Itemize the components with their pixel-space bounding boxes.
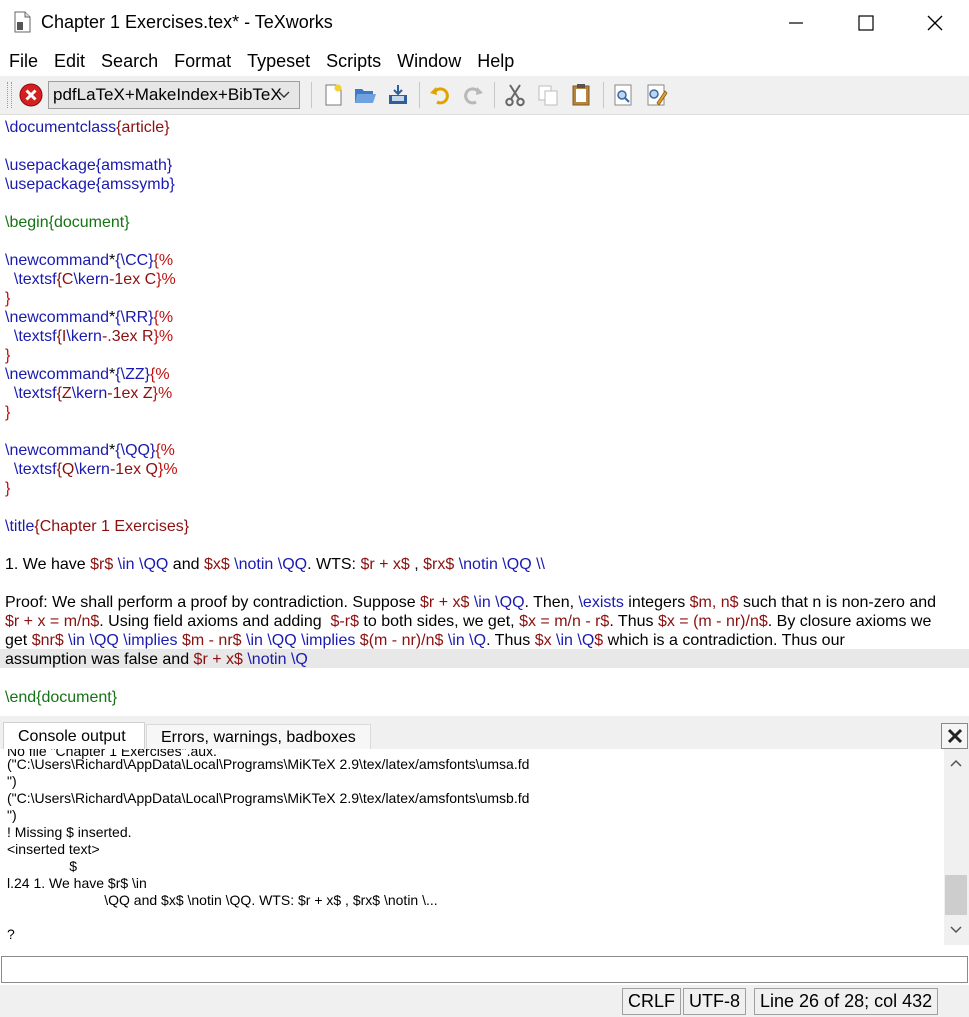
- console-line: "): [7, 807, 17, 823]
- redo-icon: [464, 87, 483, 105]
- code-line: \textsf{Q\kern-1ex Q}%: [5, 461, 178, 478]
- typeset-stop-button[interactable]: [16, 80, 46, 110]
- code-line: \title{Chapter 1 Exercises}: [5, 518, 190, 535]
- console-output[interactable]: No file "Chapter 1 Exercises".aux. ("C:\…: [0, 749, 944, 945]
- console-line: ("C:\Users\Richard\AppData\Local\Program…: [7, 756, 530, 772]
- cut-icon: [505, 84, 525, 107]
- typeset-engine-select[interactable]: pdfLaTeX+MakeIndex+BibTeX: [48, 81, 300, 109]
- line-ending-indicator[interactable]: CRLF: [622, 988, 682, 1015]
- title-bar: Chapter 1 Exercises.tex* - TeXworks: [0, 0, 969, 46]
- code-line: \usepackage{amssymb}: [5, 176, 175, 193]
- source-editor[interactable]: \documentclass{article} \usepackage{amsm…: [0, 115, 969, 715]
- typeset-engine-value: pdfLaTeX+MakeIndex+BibTeX: [53, 85, 282, 104]
- document-icon: [14, 11, 31, 33]
- code-line: Proof: We shall perform a proof by contr…: [5, 594, 937, 611]
- replace-button[interactable]: [641, 80, 671, 110]
- code-line: 1. We have $r$ \in \QQ and $x$ \notin \Q…: [5, 556, 545, 573]
- minimize-button[interactable]: [761, 0, 831, 46]
- code-line: }: [5, 290, 11, 307]
- copy-button[interactable]: [533, 80, 563, 110]
- encoding-indicator[interactable]: UTF-8: [683, 988, 746, 1015]
- console-line: ?: [7, 926, 15, 942]
- close-icon: [927, 15, 943, 31]
- window-title: Chapter 1 Exercises.tex* - TeXworks: [41, 12, 333, 32]
- console-line: "): [7, 773, 17, 789]
- scroll-down-icon[interactable]: [950, 926, 962, 934]
- paste-button[interactable]: [566, 80, 596, 110]
- save-icon: [389, 85, 407, 104]
- maximize-button[interactable]: [831, 0, 901, 46]
- stop-icon: [19, 83, 43, 107]
- console-line: <inserted text>: [7, 841, 100, 857]
- code-line: \newcommand*{\RR}{%: [5, 309, 174, 326]
- scroll-up-icon[interactable]: [950, 759, 962, 767]
- menu-window[interactable]: Window: [389, 48, 469, 75]
- new-file-icon: [325, 84, 342, 106]
- menu-format[interactable]: Format: [166, 48, 239, 75]
- code-line: \end{document}: [5, 689, 118, 706]
- close-icon: [947, 728, 962, 744]
- copy-icon: [538, 85, 558, 106]
- open-folder-icon: [355, 89, 376, 103]
- toolbar-separator: [494, 82, 495, 108]
- redo-button[interactable]: [458, 80, 488, 110]
- cursor-position: Line 26 of 28; col 432: [754, 988, 939, 1015]
- replace-icon: [647, 84, 668, 106]
- code-line: get $nr$ \in \QQ \implies $m - nr$ \in \…: [5, 632, 845, 649]
- tab-console-output[interactable]: Console output: [3, 722, 145, 750]
- maximize-icon: [858, 15, 874, 31]
- code-line: assumption was false and $r + x$ \notin …: [5, 651, 308, 668]
- code-line: \begin{document}: [5, 214, 130, 231]
- code-line: }: [5, 480, 11, 497]
- menu-bar: File Edit Search Format Typeset Scripts …: [0, 48, 969, 75]
- console-scrollbar[interactable]: [944, 749, 969, 945]
- code-line: \textsf{C\kern-1ex C}%: [5, 271, 176, 288]
- code-line: \newcommand*{\CC}{%: [5, 252, 174, 269]
- code-line: \usepackage{amsmath}: [5, 157, 173, 174]
- code-line: \textsf{Z\kern-1ex Z}%: [5, 385, 173, 402]
- code-line: \documentclass{article}: [5, 119, 170, 136]
- paste-icon: [572, 84, 590, 106]
- find-button[interactable]: [608, 80, 638, 110]
- menu-scripts[interactable]: Scripts: [318, 48, 389, 75]
- scrollbar-thumb[interactable]: [945, 875, 967, 915]
- open-button[interactable]: [350, 80, 380, 110]
- toolbar-separator: [603, 82, 604, 108]
- menu-edit[interactable]: Edit: [46, 48, 93, 75]
- console-line: ! Missing $ inserted.: [7, 824, 132, 840]
- find-icon: [614, 84, 632, 106]
- minimize-icon: [789, 22, 803, 24]
- console-line: \QQ and $x$ \notin \QQ. WTS: $r + x$ , $…: [7, 892, 438, 908]
- menu-typeset[interactable]: Typeset: [239, 48, 318, 75]
- console-tab-bar: Console output Errors, warnings, badboxe…: [0, 716, 969, 750]
- undo-button[interactable]: [425, 80, 455, 110]
- cut-button[interactable]: [500, 80, 530, 110]
- code-line: }: [5, 404, 11, 421]
- console-line: $: [7, 858, 78, 874]
- code-line: \newcommand*{\ZZ}{%: [5, 366, 170, 383]
- toolbar-grip[interactable]: [7, 82, 12, 108]
- console-line: l.24 1. We have $r$ \in: [7, 875, 147, 891]
- menu-help[interactable]: Help: [469, 48, 522, 75]
- save-button[interactable]: [383, 80, 413, 110]
- menu-file[interactable]: File: [1, 48, 46, 75]
- close-window-button[interactable]: [900, 0, 969, 46]
- toolbar-separator: [419, 82, 420, 108]
- console-input-field[interactable]: [1, 956, 968, 983]
- undo-icon: [430, 87, 449, 105]
- code-line: $r + x = m/n$. Using field axioms and ad…: [5, 613, 932, 630]
- status-bar: CRLF UTF-8 Line 26 of 28; col 432: [0, 985, 969, 1017]
- chevron-down-icon: [278, 91, 290, 98]
- new-file-button[interactable]: [318, 80, 348, 110]
- code-line: \textsf{I\kern-.3ex R}%: [5, 328, 174, 345]
- close-console-button[interactable]: [941, 723, 968, 749]
- tab-errors-warnings[interactable]: Errors, warnings, badboxes: [146, 724, 371, 749]
- console-line: ("C:\Users\Richard\AppData\Local\Program…: [7, 790, 530, 806]
- code-line: }: [5, 347, 11, 364]
- menu-search[interactable]: Search: [93, 48, 166, 75]
- toolbar-separator: [311, 82, 312, 108]
- code-line: \newcommand*{\QQ}{%: [5, 442, 175, 459]
